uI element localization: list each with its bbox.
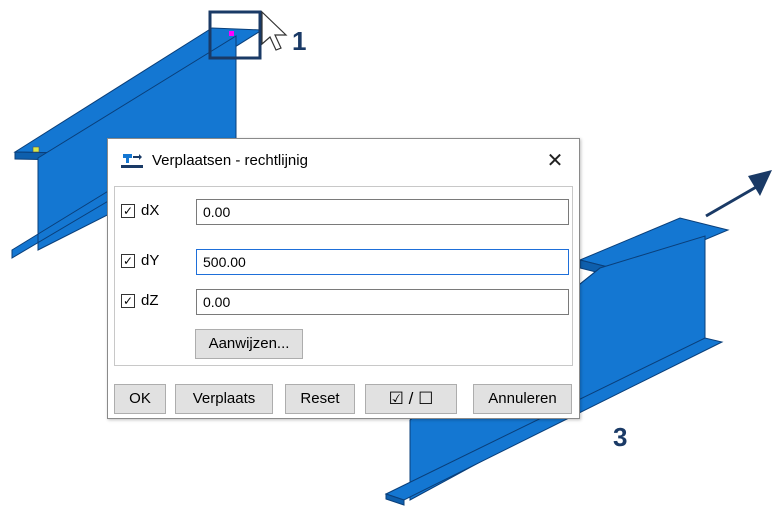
dz-checkbox[interactable]: ✓ xyxy=(121,294,135,308)
dz-label: dZ xyxy=(141,292,159,309)
dialog-titlebar[interactable]: Verplaatsen - rechtlijnig ✕ xyxy=(108,139,579,183)
dy-checkbox[interactable]: ✓ xyxy=(121,254,135,268)
close-button[interactable]: ✕ xyxy=(541,147,569,175)
mouse-cursor-icon xyxy=(261,10,288,51)
origin-marker xyxy=(32,146,40,153)
dx-label: dX xyxy=(141,202,160,219)
dx-checkbox[interactable]: ✓ xyxy=(121,204,135,218)
move-direction-arrow xyxy=(705,170,772,218)
dy-label: dY xyxy=(141,252,160,269)
dy-input[interactable] xyxy=(196,249,569,275)
pick-point xyxy=(229,31,234,36)
move-button[interactable]: Verplaats xyxy=(175,384,273,414)
move-linear-icon xyxy=(121,154,143,168)
callout-1: 1 xyxy=(292,26,307,56)
reset-button[interactable]: Reset xyxy=(285,384,355,414)
callout-3: 3 xyxy=(613,422,628,452)
dz-input[interactable] xyxy=(196,289,569,315)
offset-fields-group: ✓ dX ✓ dY ✓ dZ Aanwijzen... xyxy=(114,186,573,366)
toggle-all-checkboxes-button[interactable]: ☑ / ☐ xyxy=(365,384,457,414)
move-linear-dialog: Verplaatsen - rechtlijnig ✕ ✓ dX ✓ dY ✓ … xyxy=(107,138,580,419)
cancel-button[interactable]: Annuleren xyxy=(473,384,572,414)
dialog-title: Verplaatsen - rechtlijnig xyxy=(152,152,308,169)
dx-input[interactable] xyxy=(196,199,569,225)
point-button[interactable]: Aanwijzen... xyxy=(195,329,303,359)
ok-button[interactable]: OK xyxy=(114,384,166,414)
